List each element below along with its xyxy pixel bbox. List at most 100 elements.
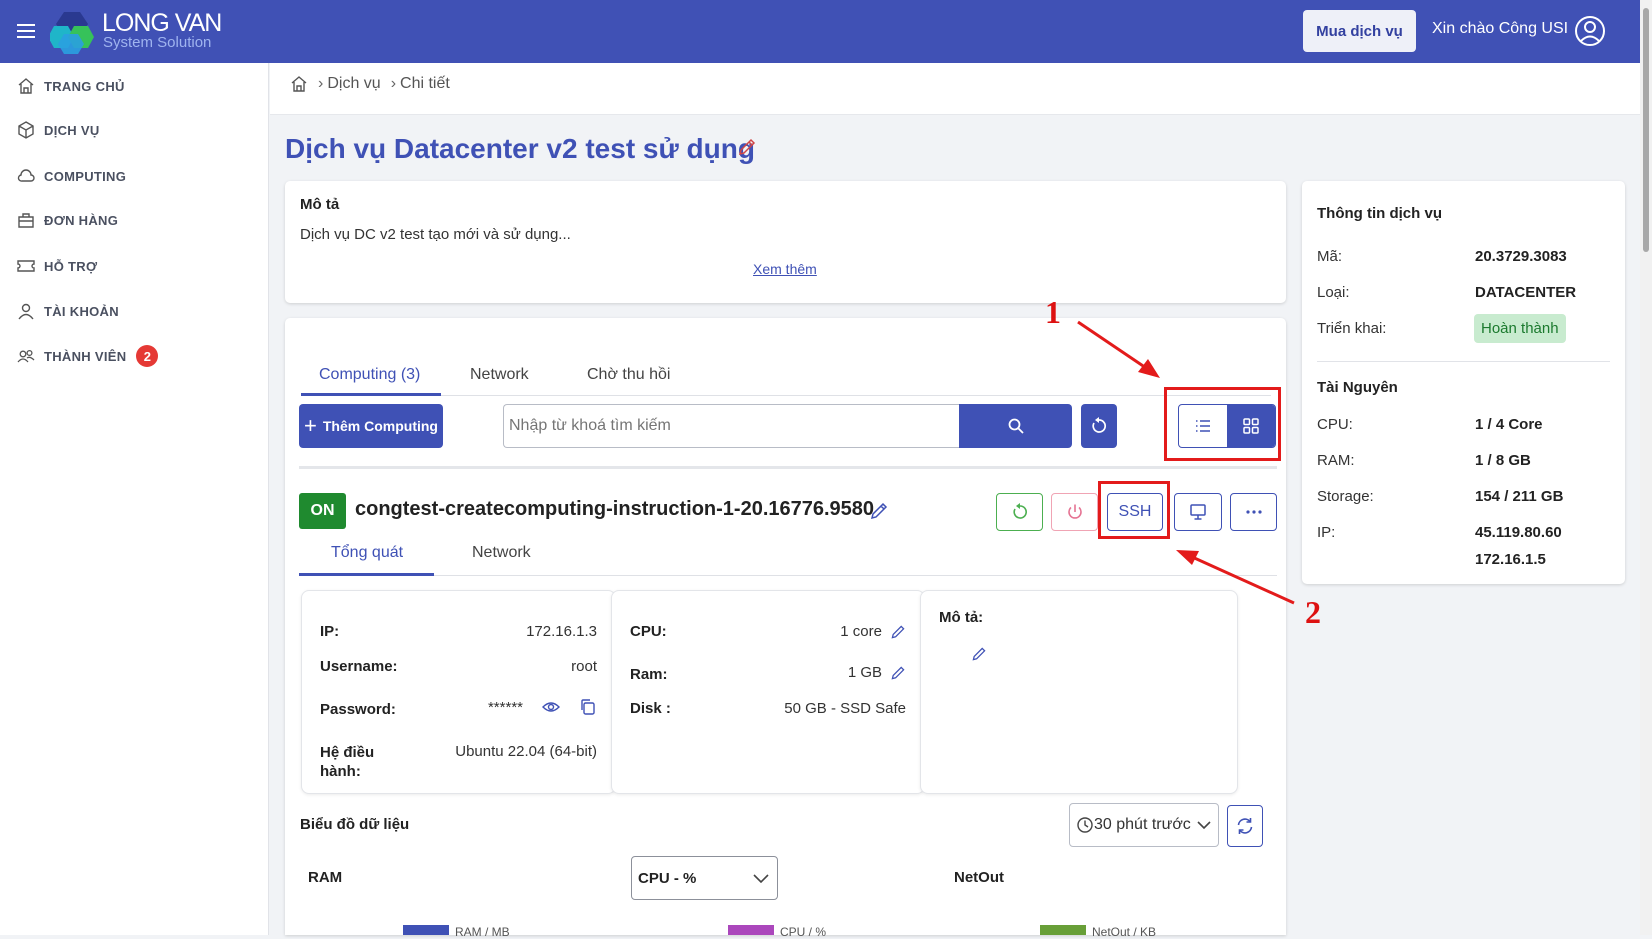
- service-tabs: Computing (3) Network Chờ thu hồi: [301, 338, 1271, 396]
- subtab-overview[interactable]: Tổng quát: [331, 544, 403, 562]
- eye-icon[interactable]: [541, 697, 561, 717]
- ram-value: 1 GB: [847, 664, 882, 681]
- cpu-metric-value: CPU - %: [638, 869, 697, 887]
- sync-icon: [1237, 818, 1253, 834]
- legend-swatch: [403, 925, 449, 935]
- restart-button[interactable]: [996, 493, 1043, 531]
- os-value: Ubuntu 22.04 (64-bit): [455, 743, 597, 760]
- code-value: 20.3729.3083: [1475, 248, 1567, 265]
- description-text: Dịch vụ DC v2 test tạo mới và sử dụng...: [300, 226, 571, 243]
- page-scrollbar[interactable]: [1640, 0, 1652, 935]
- username-value: root: [571, 658, 597, 675]
- see-more-link[interactable]: Xem thêm: [753, 261, 817, 277]
- box-icon: [18, 121, 34, 139]
- ram-chart-title: RAM: [308, 869, 343, 886]
- type-label: Loại:: [1317, 284, 1350, 301]
- storage-label: Storage:: [1317, 488, 1374, 505]
- sidebar-item-label: TRANG CHỦ: [44, 78, 125, 94]
- breadcrumb: › Dịch vụ › Chi tiết: [290, 75, 450, 93]
- instance-name: congtest-createcomputing-instruction-1-2…: [355, 498, 875, 520]
- clock-icon: [1077, 817, 1093, 833]
- home-icon[interactable]: [290, 75, 308, 93]
- sidebar-item-home[interactable]: TRANG CHỦ: [17, 77, 125, 95]
- sidebar-item-label: ĐƠN HÀNG: [44, 212, 119, 228]
- ip-label: IP:: [320, 623, 340, 640]
- copy-icon[interactable]: [579, 698, 597, 716]
- users-icon: [17, 349, 35, 363]
- edit-instance-name-icon[interactable]: [869, 501, 889, 521]
- logo-title: LONG VAN: [102, 9, 222, 37]
- edit-cpu-icon[interactable]: [890, 624, 906, 640]
- active-subtab-indicator: [299, 573, 434, 576]
- storage-value: 154 / 211 GB: [1475, 488, 1564, 505]
- ticket-icon: [17, 260, 35, 272]
- sidebar-item-orders[interactable]: ĐƠN HÀNG: [17, 211, 118, 229]
- service-info-card: Thông tin dịch vụ Mã: 20.3729.3083 Loại:…: [1302, 181, 1625, 584]
- menu-icon[interactable]: [17, 24, 35, 38]
- search-input[interactable]: [503, 404, 959, 448]
- type-value: DATACENTER: [1475, 284, 1577, 301]
- logo-text: LONG VAN System Solution: [102, 9, 222, 50]
- home-icon: [18, 78, 34, 94]
- sidebar-item-account[interactable]: TÀI KHOẢN: [17, 302, 119, 320]
- add-computing-button[interactable]: + Thêm Computing: [299, 404, 443, 448]
- tab-pending-recall[interactable]: Chờ thu hồi: [587, 366, 670, 384]
- edit-ram-icon[interactable]: [890, 665, 906, 681]
- restart-icon: [1012, 503, 1027, 519]
- buy-service-button[interactable]: Mua dịch vụ: [1303, 10, 1416, 52]
- sidebar-item-support[interactable]: HỖ TRỢ: [17, 257, 97, 275]
- subtab-network[interactable]: Network: [472, 544, 531, 562]
- edit-note-icon[interactable]: [971, 646, 987, 662]
- svc-ram-value: 1 / 8 GB: [1475, 452, 1531, 469]
- cpu-label: CPU:: [630, 623, 667, 640]
- disk-value: 50 GB - SSD Safe: [784, 700, 906, 717]
- netout-legend: NetOut / KB: [1040, 925, 1156, 939]
- sidebar-item-computing[interactable]: COMPUTING: [17, 167, 126, 185]
- status-badge: ON: [299, 493, 346, 529]
- svc-ip-value-2: 172.16.1.5: [1475, 551, 1546, 568]
- general-info-box: IP: 172.16.1.3 Username: root Password: …: [301, 590, 616, 794]
- description-card: Mô tả Dịch vụ DC v2 test tạo mới và sử d…: [285, 181, 1286, 303]
- reset-search-button[interactable]: [1081, 404, 1117, 448]
- tab-network[interactable]: Network: [470, 366, 529, 384]
- username-label: Username:: [320, 658, 398, 675]
- power-button[interactable]: [1051, 493, 1098, 531]
- user-icon: [18, 303, 34, 320]
- annotation-number-2: 2: [1305, 594, 1321, 630]
- console-button[interactable]: [1174, 493, 1222, 531]
- logo-icon[interactable]: [50, 10, 96, 54]
- search-button[interactable]: [959, 404, 1072, 448]
- edit-title-icon[interactable]: [737, 137, 757, 157]
- annotation-number-1: 1: [1045, 294, 1061, 330]
- legend-swatch: [728, 925, 774, 935]
- sidebar-item-services[interactable]: DỊCH VỤ: [17, 121, 100, 139]
- tab-computing[interactable]: Computing (3): [319, 366, 420, 384]
- ip-value: 172.16.1.3: [526, 623, 597, 640]
- breadcrumb-services[interactable]: Dịch vụ: [327, 75, 380, 93]
- cpu-legend: CPU / %: [728, 925, 826, 939]
- chevron-right-icon: ›: [318, 75, 324, 92]
- refresh-chart-button[interactable]: [1227, 805, 1263, 847]
- chevron-right-icon: ›: [390, 75, 397, 92]
- cpu-value: 1 core: [840, 623, 882, 640]
- password-row: ******: [488, 697, 597, 717]
- svc-ip-label: IP:: [1317, 524, 1336, 541]
- user-avatar-icon[interactable]: [1574, 15, 1606, 47]
- cloud-icon: [17, 169, 35, 182]
- annotation-box-view-toggle: [1164, 387, 1281, 461]
- description-heading: Mô tả: [300, 196, 340, 213]
- cpu-row: 1 core: [840, 623, 906, 640]
- note-label: Mô tả:: [939, 609, 984, 626]
- divider: [1317, 361, 1610, 362]
- sidebar-item-members[interactable]: THÀNH VIÊN 2: [17, 345, 159, 367]
- code-label: Mã:: [1317, 248, 1343, 265]
- time-range-select[interactable]: 30 phút trước: [1069, 803, 1219, 847]
- os-label: Hệ điều hành:: [320, 744, 375, 780]
- divider: [299, 466, 1277, 469]
- cpu-metric-select[interactable]: CPU - %: [631, 856, 778, 900]
- password-value: ******: [487, 698, 523, 716]
- sidebar-item-label: THÀNH VIÊN: [44, 348, 127, 364]
- chevron-down-icon: [1197, 821, 1211, 830]
- scrollbar-thumb[interactable]: [1643, 8, 1649, 252]
- more-actions-button[interactable]: [1230, 493, 1277, 531]
